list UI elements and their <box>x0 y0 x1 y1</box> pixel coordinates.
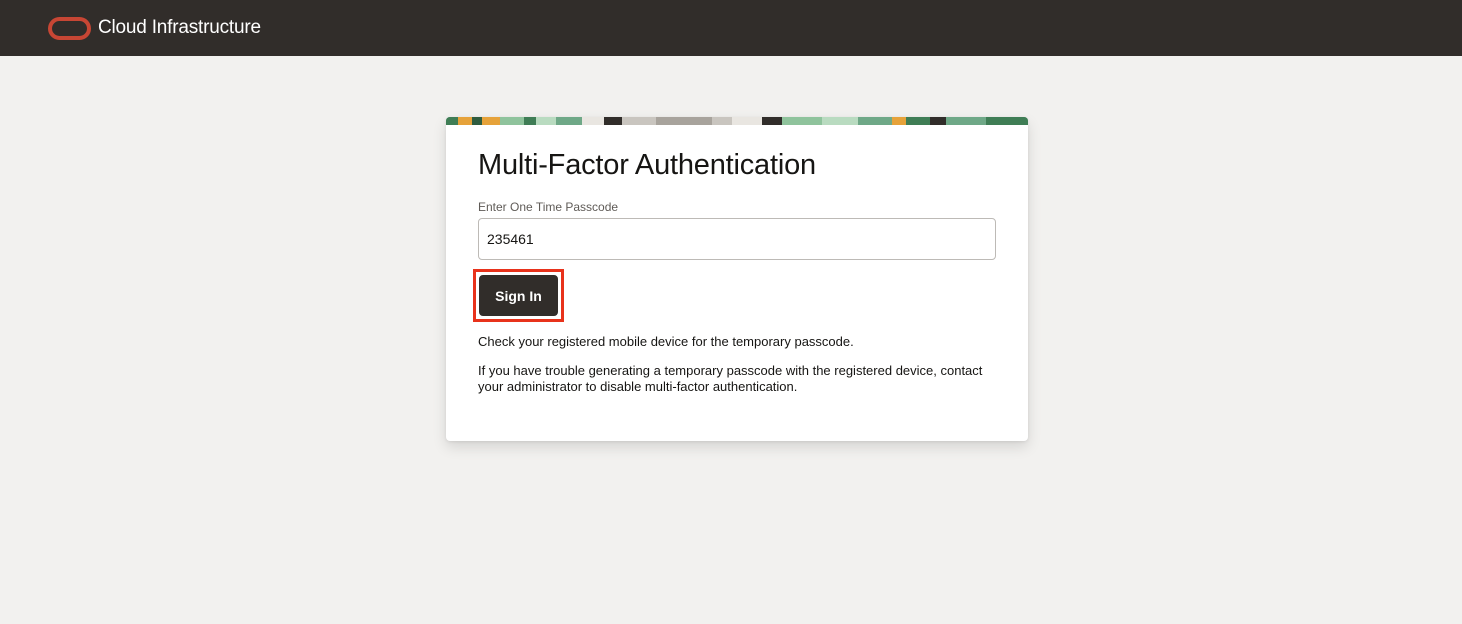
decorative-banner <box>446 117 1028 125</box>
help-text-trouble: If you have trouble generating a tempora… <box>478 363 983 394</box>
top-navigation-bar: Cloud Infrastructure <box>0 0 1462 56</box>
sign-in-button[interactable]: Sign In <box>479 275 558 316</box>
signin-button-highlight: Sign In <box>473 269 564 322</box>
mfa-card: Multi-Factor Authentication Enter One Ti… <box>446 117 1028 441</box>
help-text-device: Check your registered mobile device for … <box>478 334 854 349</box>
card-body: Multi-Factor Authentication Enter One Ti… <box>446 125 1028 395</box>
oracle-logo-icon[interactable] <box>48 16 91 40</box>
passcode-input[interactable] <box>478 218 996 260</box>
brand-name[interactable]: Cloud Infrastructure <box>98 17 261 39</box>
passcode-label: Enter One Time Passcode <box>478 200 619 214</box>
page-title: Multi-Factor Authentication <box>478 149 816 181</box>
